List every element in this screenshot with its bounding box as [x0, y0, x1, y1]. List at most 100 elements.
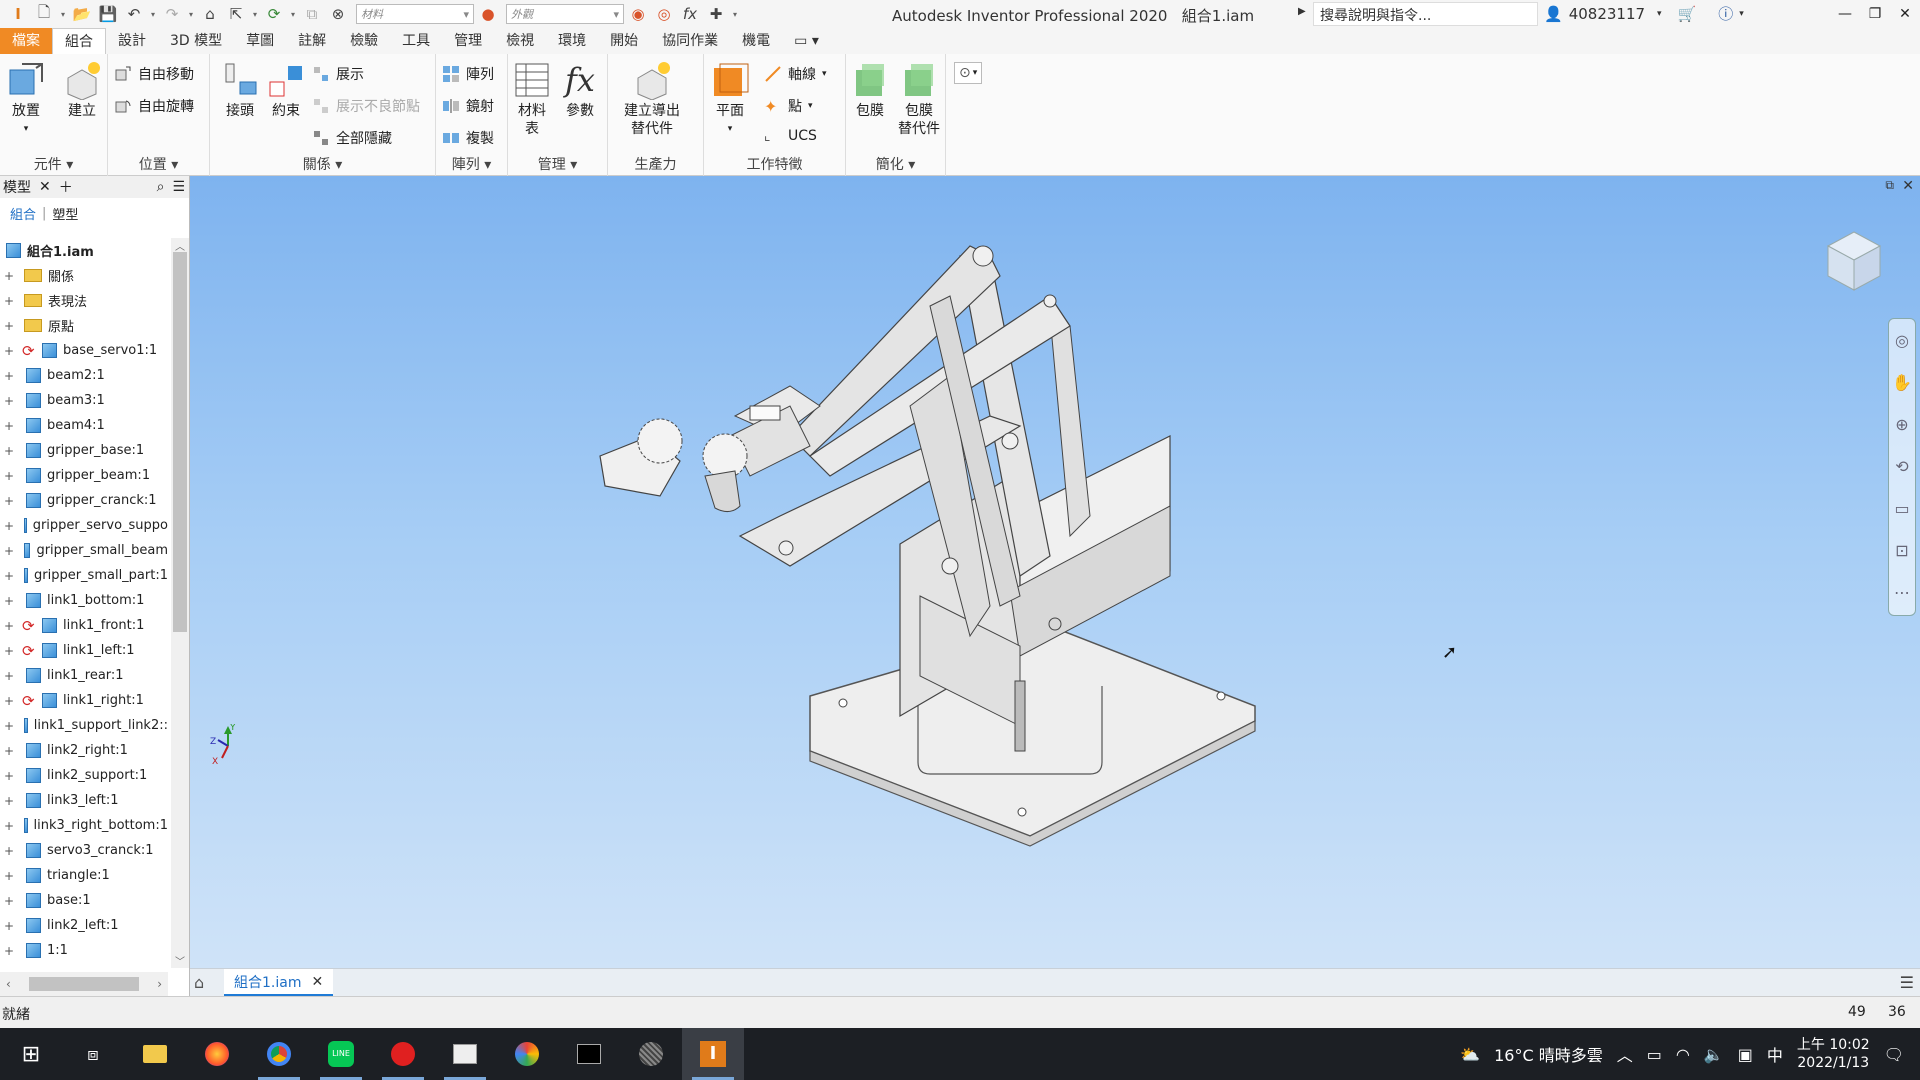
tab-assembly[interactable]: 組合	[10, 204, 36, 223]
expand-icon[interactable]: +	[4, 919, 16, 933]
ribbon-tab-5[interactable]: 註解	[286, 28, 338, 54]
new-dropdown-icon[interactable]: ▾	[58, 10, 68, 19]
help-search-input[interactable]: 搜尋說明與指令...	[1313, 2, 1538, 26]
help-icon[interactable]: ⓘ	[1718, 3, 1733, 24]
expand-icon[interactable]: +	[4, 619, 16, 633]
appearance-icon[interactable]: ●	[476, 3, 500, 25]
expand-icon[interactable]: +	[4, 769, 16, 783]
tree-item[interactable]: + link2_left:1	[0, 913, 168, 938]
clock[interactable]: 上午 10:02 2022/1/13	[1797, 1036, 1870, 1072]
battery-icon[interactable]: ▭	[1647, 1045, 1662, 1064]
tree-folder[interactable]: + 原點	[0, 313, 168, 338]
undo-icon[interactable]: ↶	[122, 3, 146, 25]
ribbon-tab-13[interactable]: 機電	[730, 28, 782, 54]
zoom-window-icon[interactable]: ⊡	[1889, 529, 1915, 571]
tree-hscroll-thumb[interactable]	[29, 977, 139, 991]
browser-menu-icon[interactable]: ☰	[172, 179, 185, 195]
ribbon-tab-9[interactable]: 檢視	[494, 28, 546, 54]
expand-icon[interactable]: +	[4, 344, 16, 358]
expand-icon[interactable]: +	[4, 694, 16, 708]
hide-all-button[interactable]: 全部隱藏	[312, 128, 392, 148]
app-globe-icon[interactable]	[620, 1028, 682, 1080]
tree-item[interactable]: + link1_bottom:1	[0, 588, 168, 613]
relations-group-label[interactable]: 關係 ▾	[210, 154, 435, 174]
file-explorer-icon[interactable]	[124, 1028, 186, 1080]
tree-root[interactable]: 組合1.iam	[0, 238, 168, 263]
ribbon-tab-12[interactable]: 協同作業	[650, 28, 730, 54]
line-icon[interactable]: LINE	[310, 1028, 372, 1080]
scroll-left-icon[interactable]: ‹	[6, 977, 11, 991]
ribbon-tab-3[interactable]: 3D 模型	[158, 28, 234, 54]
customize-dropdown-icon[interactable]: ▾	[730, 10, 740, 19]
terminal-icon[interactable]	[558, 1028, 620, 1080]
orbit-icon[interactable]: ⟲	[1889, 445, 1915, 487]
tree-item[interactable]: + beam4:1	[0, 413, 168, 438]
task-view-icon[interactable]: ⧈	[62, 1028, 124, 1080]
scroll-down-icon[interactable]: ﹀	[175, 953, 185, 968]
home-icon[interactable]: ⌂	[198, 3, 222, 25]
expand-icon[interactable]: +	[4, 544, 14, 558]
ime-indicator[interactable]: 中	[1767, 1042, 1783, 1066]
tray-expand-icon[interactable]: ︿	[1617, 1042, 1633, 1066]
expand-icon[interactable]: +	[4, 669, 16, 683]
tree-item[interactable]: +1:1	[0, 938, 168, 963]
redo-dropdown-icon[interactable]: ▾	[186, 10, 196, 19]
expand-icon[interactable]: +	[4, 519, 14, 533]
display-icon[interactable]: ▣	[1738, 1045, 1753, 1064]
free-move-button[interactable]: 自由移動	[114, 64, 194, 84]
expand-icon[interactable]: +	[4, 719, 14, 733]
pattern-group-label[interactable]: 陣列 ▾	[436, 154, 507, 174]
tree-item[interactable]: + base:1	[0, 888, 168, 913]
tree-item[interactable]: + gripper_small_part:1	[0, 563, 168, 588]
weather-text[interactable]: 16°C 晴時多雲	[1494, 1042, 1603, 1066]
browser-add-icon[interactable]: ＋	[59, 177, 73, 197]
notification-icon[interactable]: 🗨	[1884, 1045, 1904, 1064]
simplify-group-label[interactable]: 簡化 ▾	[846, 154, 945, 174]
ribbon-tab-0[interactable]: 檔案	[0, 28, 52, 54]
tab-modeling[interactable]: 塑型	[52, 204, 78, 223]
expand-icon[interactable]: +	[4, 394, 16, 408]
open-icon[interactable]: 📂	[70, 3, 94, 25]
ribbon-tab-1[interactable]: 組合	[52, 28, 106, 54]
start-icon[interactable]: ⊞	[0, 1028, 62, 1080]
inventor-taskbar-icon[interactable]: I	[682, 1028, 744, 1080]
expand-icon[interactable]: +	[4, 794, 16, 808]
tree-item[interactable]: + link1_rear:1	[0, 663, 168, 688]
tree-item[interactable]: + gripper_beam:1	[0, 463, 168, 488]
tree-item[interactable]: + ⟳ link1_front:1	[0, 613, 168, 638]
ribbon-tab-7[interactable]: 工具	[390, 28, 442, 54]
ribbon-customize-button[interactable]: ⊙ ▾	[954, 62, 983, 84]
ucs-button[interactable]: ⌞ UCS	[764, 128, 817, 144]
expand-icon[interactable]: +	[4, 269, 16, 283]
constrain-button[interactable]: 約束	[266, 60, 306, 120]
expand-icon[interactable]: +	[4, 644, 16, 658]
ribbon-extra-icon[interactable]: ▭ ▾	[782, 28, 831, 54]
inventor-logo-icon[interactable]: I	[6, 3, 30, 25]
shrinkwrap-button[interactable]: 包膜	[850, 60, 890, 120]
adaptive-icon[interactable]: ⊗	[326, 3, 350, 25]
point-button[interactable]: ✦ 點 ▾	[764, 96, 813, 116]
expand-icon[interactable]: +	[4, 869, 16, 883]
update-icon[interactable]: ⟳	[262, 3, 286, 25]
close-icon[interactable]: ✕	[1890, 0, 1920, 28]
plus-icon[interactable]: ✚	[704, 3, 728, 25]
free-rotate-button[interactable]: 自由旋轉	[114, 96, 194, 116]
undo-dropdown-icon[interactable]: ▾	[148, 10, 158, 19]
expand-icon[interactable]: +	[4, 594, 16, 608]
tree-item[interactable]: + link3_left:1	[0, 788, 168, 813]
select-icon[interactable]: ⇱	[224, 3, 248, 25]
manage-group-label[interactable]: 管理 ▾	[508, 154, 607, 174]
pan-icon[interactable]: ✋	[1889, 361, 1915, 403]
joint-button[interactable]: 接頭	[220, 60, 260, 120]
tree-item[interactable]: + link1_support_link2::	[0, 713, 168, 738]
ribbon-tab-10[interactable]: 環境	[546, 28, 598, 54]
ribbon-tab-4[interactable]: 草圖	[234, 28, 286, 54]
document-tab[interactable]: 組合1.iam ✕	[224, 969, 334, 997]
tree-item[interactable]: + servo3_cranck:1	[0, 838, 168, 863]
expand-icon[interactable]: +	[4, 569, 14, 583]
tree-item[interactable]: + link3_right_bottom:1	[0, 813, 168, 838]
tree-item[interactable]: + ⟳ link1_left:1	[0, 638, 168, 663]
doc-tab-close-icon[interactable]: ✕	[311, 974, 323, 990]
tree-item[interactable]: +2:1	[0, 963, 168, 968]
wifi-icon[interactable]: ◠	[1676, 1045, 1690, 1064]
